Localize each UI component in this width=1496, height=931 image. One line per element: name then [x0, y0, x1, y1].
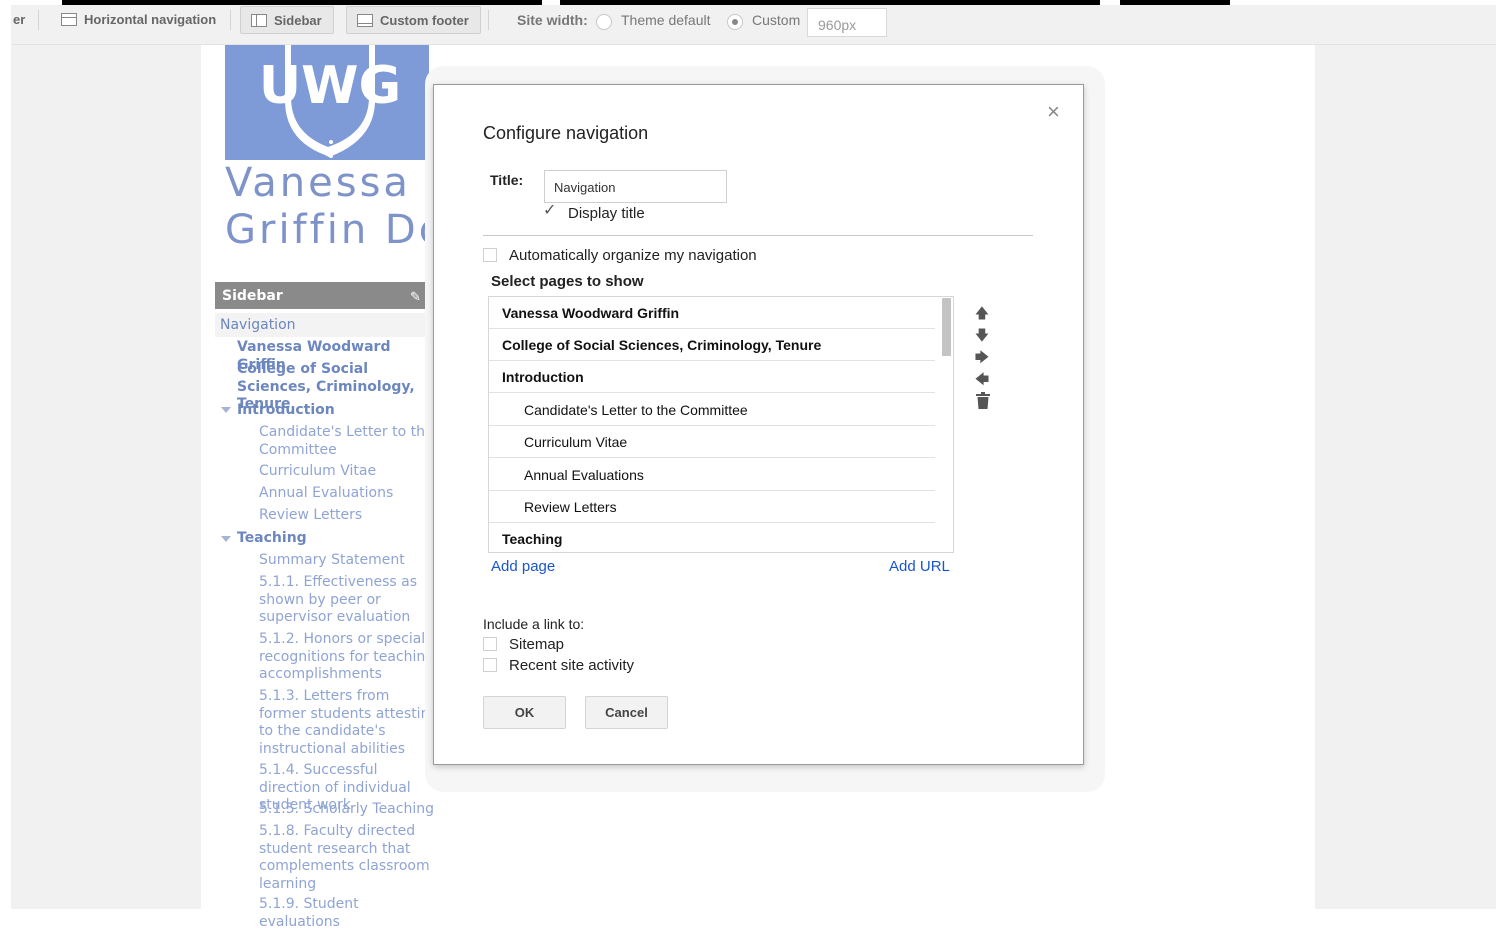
- sidebar-nav-item[interactable]: Curriculum Vitae: [259, 463, 439, 481]
- theme-default-radio[interactable]: [596, 14, 612, 30]
- sitemap-checkbox[interactable]: [483, 637, 497, 651]
- pages-list: Vanessa Woodward Griffin College of Soci…: [488, 296, 954, 553]
- select-pages-label: Select pages to show: [491, 273, 644, 290]
- sidebar-nav-item[interactable]: Candidate's Letter to the Committee: [259, 424, 439, 459]
- sidebar-nav-item[interactable]: Review Letters: [259, 507, 439, 525]
- page-list-item[interactable]: Candidate's Letter to the Committee: [489, 394, 935, 426]
- cancel-button[interactable]: Cancel: [585, 696, 668, 729]
- custom-footer-button[interactable]: Custom footer: [346, 6, 481, 34]
- expand-triangle-icon[interactable]: [221, 536, 231, 542]
- sidebar-nav-item[interactable]: 5.1.3. Letters from former students atte…: [259, 688, 439, 758]
- page-list-item[interactable]: Vanessa Woodward Griffin: [489, 297, 935, 329]
- logo-text: UWG: [259, 56, 401, 116]
- sidebar-nav-item[interactable]: 5.1.5. Scholarly Teaching: [259, 801, 439, 819]
- sidebar-nav-item[interactable]: Annual Evaluations: [259, 485, 439, 503]
- sidebar-toggle-button[interactable]: Sidebar: [240, 6, 334, 34]
- recent-activity-label: Recent site activity: [509, 657, 635, 674]
- ok-button[interactable]: OK: [483, 696, 566, 729]
- sidebar-nav-item[interactable]: 5.1.9. Student evaluations: [259, 896, 439, 931]
- page-list-item[interactable]: Introduction: [489, 361, 935, 393]
- sidebar-header: Sidebar: [215, 282, 440, 309]
- page-list-item[interactable]: Curriculum Vitae: [489, 426, 935, 458]
- sidebar-nav-item[interactable]: Teaching: [237, 530, 437, 548]
- arrow-right-icon[interactable]: 🡆: [973, 347, 991, 371]
- page-list-item[interactable]: Teaching: [489, 523, 935, 552]
- close-icon[interactable]: ×: [1047, 99, 1060, 125]
- horizontal-navigation-button[interactable]: Horizontal navigation: [55, 6, 222, 32]
- toolbar-partial-label: er: [13, 11, 26, 27]
- arrow-up-icon[interactable]: 🡅: [973, 303, 991, 327]
- arrow-left-icon[interactable]: 🡄: [973, 369, 991, 393]
- theme-default-label: Theme default: [621, 12, 711, 28]
- list-scrollbar[interactable]: [942, 298, 951, 356]
- uwg-logo: UWG: [225, 45, 429, 160]
- include-link-label: Include a link to:: [483, 616, 585, 632]
- sidebar-nav-item[interactable]: Introduction: [237, 402, 437, 420]
- page-list-item[interactable]: Annual Evaluations: [489, 459, 935, 491]
- toolbar-separator: [230, 10, 231, 30]
- sidebar-layout-icon: [251, 13, 267, 27]
- sidebar-nav-title: Navigation: [215, 313, 440, 337]
- display-title-checkbox[interactable]: ✓: [543, 203, 557, 219]
- title-field-label: Title:: [490, 172, 524, 188]
- add-page-link[interactable]: Add page: [491, 558, 555, 575]
- arrow-down-icon[interactable]: 🡇: [973, 325, 991, 349]
- auto-organize-label: Automatically organize my navigation: [509, 247, 757, 264]
- pencil-icon[interactable]: ✎: [410, 289, 421, 305]
- custom-width-label: Custom: [752, 12, 801, 28]
- custom-footer-label: Custom footer: [380, 12, 469, 28]
- recent-activity-checkbox[interactable]: [483, 658, 497, 672]
- trash-icon[interactable]: [976, 392, 990, 409]
- custom-width-radio[interactable]: [727, 14, 743, 30]
- auto-organize-checkbox[interactable]: [483, 248, 497, 262]
- expand-triangle-icon[interactable]: [221, 407, 231, 413]
- horizontal-navigation-label: Horizontal navigation: [84, 11, 217, 27]
- site-width-input[interactable]: 960px: [807, 8, 887, 37]
- horizontal-nav-icon: [61, 12, 77, 26]
- sidebar-nav-item[interactable]: Summary Statement: [259, 552, 439, 570]
- site-title-line2: Griffin Dc: [225, 207, 444, 253]
- display-title-label: Display title: [568, 205, 645, 222]
- add-url-link[interactable]: Add URL: [889, 558, 950, 575]
- site-width-label: Site width:: [517, 12, 588, 28]
- sidebar-toggle-label: Sidebar: [274, 12, 322, 28]
- page-list-item[interactable]: Review Letters: [489, 491, 935, 523]
- page-list-item[interactable]: College of Social Sciences, Criminology,…: [489, 329, 935, 361]
- sidebar-nav-item[interactable]: 5.1.1. Effectiveness as shown by peer or…: [259, 574, 439, 627]
- dialog-divider: [483, 235, 1033, 236]
- footer-layout-icon: [357, 13, 373, 27]
- title-input[interactable]: Navigation: [544, 170, 727, 203]
- sidebar-nav-item[interactable]: 5.1.8. Faculty directed student research…: [259, 823, 439, 893]
- sidebar-nav-item[interactable]: 5.1.2. Honors or special recognitions fo…: [259, 631, 439, 684]
- toolbar-partial-item[interactable]: er: [7, 6, 31, 32]
- toolbar-separator: [38, 10, 39, 30]
- dialog-title: Configure navigation: [483, 123, 649, 143]
- toolbar-separator: [488, 10, 489, 30]
- sitemap-label: Sitemap: [509, 636, 565, 653]
